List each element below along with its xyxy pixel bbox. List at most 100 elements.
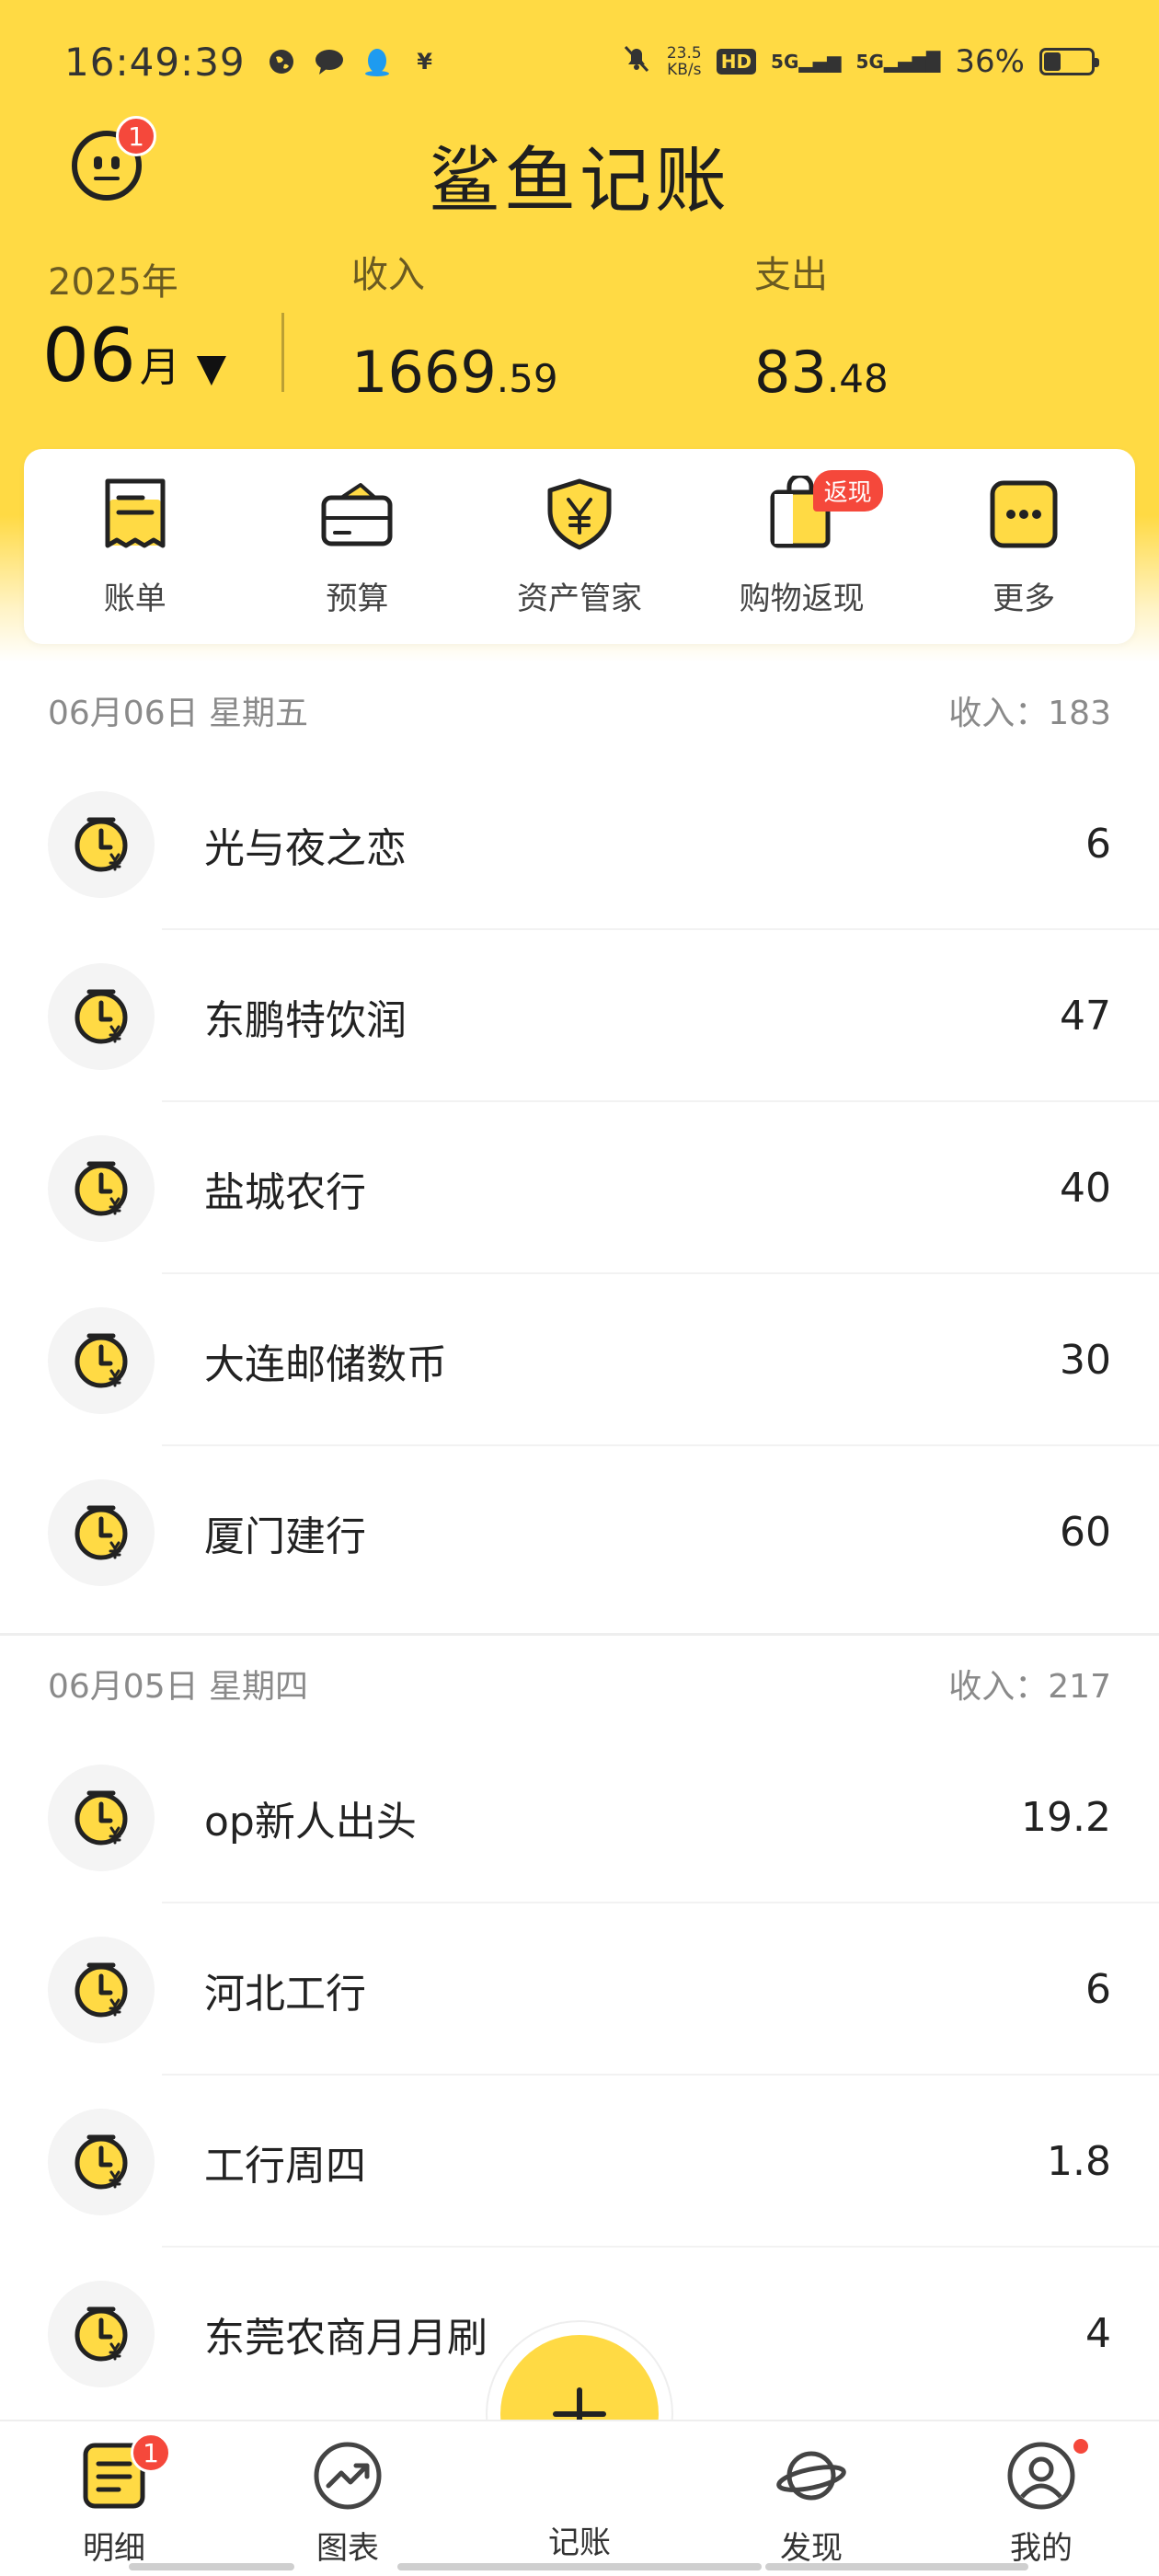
quick-action-label: 购物返现 <box>739 580 865 617</box>
battery-percent: 36% <box>955 43 1025 80</box>
day-income: 收入：217 <box>948 1660 1111 1708</box>
clock-yen-icon <box>48 2108 155 2215</box>
app-title: 鲨鱼记账 <box>428 140 730 223</box>
bottom-tab-bar: 1 明细 图表 记账 发现 我的 <box>0 2420 1159 2576</box>
item-amount: 60 <box>1060 1509 1111 1556</box>
tab-details[interactable]: 1 明细 <box>40 2432 188 2568</box>
quick-action-assets[interactable]: 资产管家 <box>488 476 671 618</box>
receipt-icon <box>97 476 174 553</box>
list-item[interactable]: 光与夜之恋 6 <box>0 758 1159 930</box>
user-profile-icon <box>1005 2440 1077 2512</box>
expense-dec: .48 <box>826 356 889 401</box>
income-int: 1669 <box>351 339 497 406</box>
item-name: op新人出头 <box>204 1798 417 1846</box>
item-name: 盐城农行 <box>204 1168 366 1216</box>
tab-charts[interactable]: 图表 <box>274 2440 421 2568</box>
item-name: 河北工行 <box>204 1970 366 2018</box>
day-group: 光与夜之恋 6 东鹏特饮润 47 盐城农行 40 大连邮储数币 30 厦门建行 … <box>0 758 1159 1618</box>
shield-yen-icon <box>541 476 618 553</box>
tab-discover[interactable]: 发现 <box>738 2440 885 2568</box>
signal-5g-1: 5G▂▄▆ <box>771 51 842 73</box>
quick-actions-card: 账单 预算 资产管家 返现 购物返现 更多 <box>24 449 1135 644</box>
list-item[interactable]: 工行周四 1.8 <box>0 2076 1159 2248</box>
clock-yen-icon <box>48 1936 155 2043</box>
item-amount: 6 <box>1085 821 1111 868</box>
net-speed: 23.5 KB/s <box>667 45 702 78</box>
item-name: 光与夜之恋 <box>204 824 407 872</box>
list-item[interactable]: 盐城农行 40 <box>0 1102 1159 1274</box>
monthly-summary: 2025年 06 月 ▼ 收入 1669.59 支出 83.48 <box>0 239 1159 406</box>
quick-action-more[interactable]: 更多 <box>932 476 1116 618</box>
expense-summary: 支出 83.48 <box>754 245 889 406</box>
day-header: 06月06日 星期五 收入：183 <box>0 662 1159 758</box>
income-value: 1669.59 <box>351 339 558 406</box>
details-badge: 1 <box>131 2432 171 2473</box>
tab-label: 我的 <box>1010 2530 1073 2567</box>
status-right: 23.5 KB/s HD 5G▂▄▆ 5G▂▄▆█ 36% <box>621 42 1099 82</box>
quick-action-budget[interactable]: 预算 <box>265 476 449 618</box>
quick-action-label: 资产管家 <box>516 580 642 617</box>
quick-action-label: 预算 <box>326 580 389 617</box>
tab-mine[interactable]: 我的 <box>968 2436 1115 2568</box>
quick-action-label: 更多 <box>993 580 1056 617</box>
globe-icon <box>266 46 297 77</box>
home-indicator <box>397 2563 762 2570</box>
list-item[interactable]: 厦门建行 60 <box>0 1446 1159 1618</box>
tab-label: 发现 <box>780 2530 843 2567</box>
clock-yen-icon <box>48 2280 155 2387</box>
day-income: 收入：183 <box>948 686 1111 734</box>
tab-label: 明细 <box>83 2530 145 2567</box>
month-unit: 月 <box>139 344 180 391</box>
month-number: 06 <box>42 313 136 398</box>
chat-icon <box>314 46 345 77</box>
home-indicator <box>129 2563 294 2570</box>
list-item[interactable]: op新人出头 19.2 <box>0 1731 1159 1903</box>
item-name: 厦门建行 <box>204 1512 366 1560</box>
quick-action-label: 账单 <box>103 580 166 617</box>
item-name: 东鹏特饮润 <box>204 996 407 1044</box>
item-name: 东莞农商月月刷 <box>204 2314 488 2362</box>
income-label: 收入 <box>351 254 425 296</box>
status-time: 16:49:39 <box>64 39 246 85</box>
clock-yen-icon <box>48 962 155 1070</box>
clock-yen-icon <box>48 790 155 898</box>
signal-label: 5G <box>855 51 884 73</box>
list-item[interactable]: 河北工行 6 <box>0 1903 1159 2076</box>
income-summary: 收入 1669.59 <box>351 245 558 406</box>
status-bar: 16:49:39 ¥ 23.5 KB/s HD 5G▂▄▆ 5G▂▄▆█ 36% <box>0 28 1159 96</box>
top-bar: 1 鲨鱼记账 <box>0 116 1159 223</box>
tab-record[interactable]: 记账 <box>506 2517 653 2562</box>
expense-label: 支出 <box>754 254 828 296</box>
item-amount: 40 <box>1060 1165 1111 1212</box>
item-amount: 19.2 <box>1021 1794 1111 1841</box>
tab-label: 记账 <box>548 2524 611 2561</box>
chart-trend-icon <box>312 2440 384 2512</box>
clock-yen-icon <box>48 1478 155 1586</box>
item-amount: 1.8 <box>1047 2138 1111 2185</box>
month-selector[interactable]: 06 月 ▼ <box>42 313 226 398</box>
signal-5g-2: 5G▂▄▆█ <box>855 51 941 73</box>
clock-yen-icon <box>48 1134 155 1242</box>
item-amount: 47 <box>1060 993 1111 1040</box>
quick-action-cashback[interactable]: 返现 购物返现 <box>710 469 894 618</box>
list-item[interactable]: 大连邮储数币 30 <box>0 1274 1159 1446</box>
clock-yen-icon <box>48 1306 155 1414</box>
list-item[interactable]: 东鹏特饮润 47 <box>0 930 1159 1102</box>
planet-icon <box>775 2440 847 2512</box>
clock-yen-icon <box>48 1764 155 1871</box>
qq-penguin-icon <box>361 46 393 77</box>
battery-icon <box>1039 48 1099 75</box>
notification-dot <box>1071 2436 1091 2456</box>
cashback-ribbon: 返现 <box>812 469 883 512</box>
day-date: 06月06日 星期五 <box>48 695 309 732</box>
dropdown-arrow-icon: ▼ <box>196 345 227 390</box>
quick-action-bills[interactable]: 账单 <box>43 476 227 618</box>
day-income-total: 183 <box>1048 695 1111 732</box>
net-speed-unit: KB/s <box>667 61 702 79</box>
day-income-label: 收入： <box>948 695 1049 732</box>
home-indicator <box>765 2563 1028 2570</box>
summary-divider <box>281 313 284 392</box>
signal-label: 5G <box>771 51 799 73</box>
item-name: 工行周四 <box>204 2142 366 2190</box>
tab-label: 图表 <box>316 2530 379 2567</box>
